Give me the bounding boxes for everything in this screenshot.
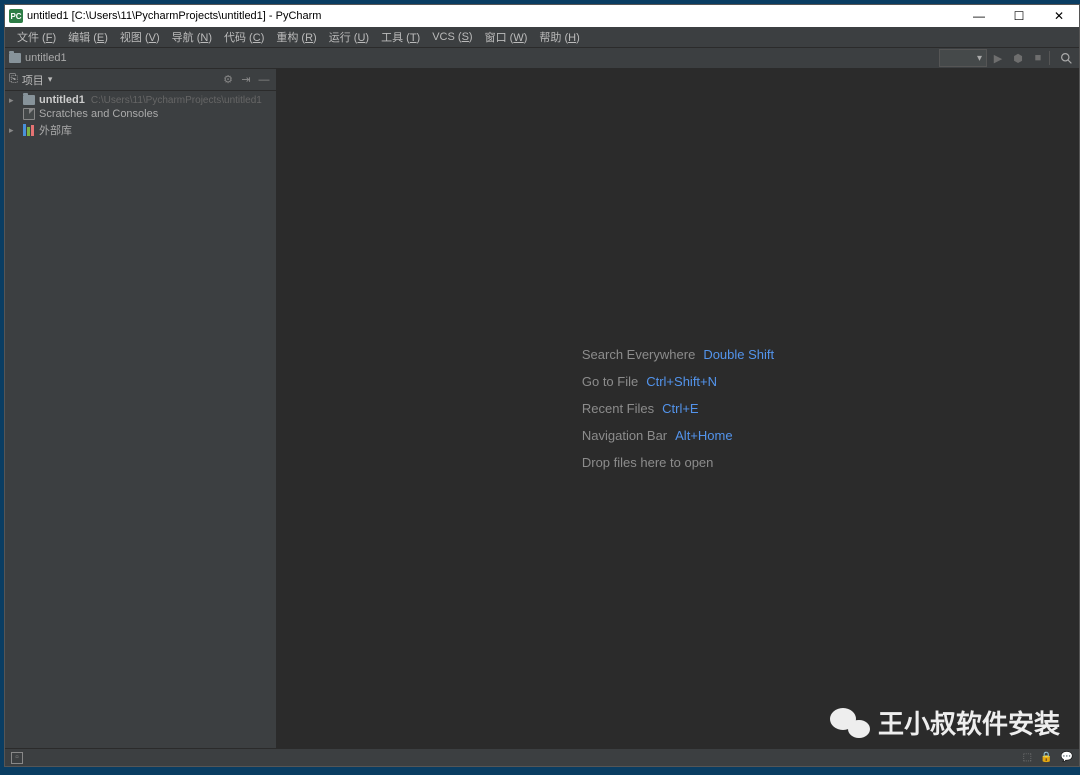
menu-run[interactable]: 运行 (U) [323,27,375,47]
watermark: 王小叔软件安装 [830,704,1060,741]
hide-icon[interactable]: — [256,72,272,88]
menu-code[interactable]: 代码 (C) [218,27,270,47]
scratch-icon [23,108,35,120]
breadcrumb[interactable]: untitled1 [9,52,67,64]
hint-navigation-bar: Navigation Bar Alt+Home [582,428,774,443]
menu-tools[interactable]: 工具 (T) [375,27,426,47]
search-icon[interactable] [1057,49,1075,67]
tree-scratches[interactable]: Scratches and Consoles [5,107,276,121]
menu-refactor[interactable]: 重构 (R) [270,27,322,47]
breadcrumb-project: untitled1 [25,52,67,64]
tree-external-libs[interactable]: ▸ 外部库 [5,121,276,139]
library-icon [23,124,35,136]
tree-label: untitled1 [39,94,85,106]
menu-view[interactable]: 视图 (V) [114,27,166,47]
stop-icon[interactable]: ■ [1029,49,1047,67]
dropdown-icon[interactable]: ▾ [48,74,53,85]
run-config-select[interactable]: ▾ [939,49,987,67]
window-title: untitled1 [C:\Users\11\PycharmProjects\u… [27,10,321,22]
minimize-button[interactable]: — [959,5,999,27]
hint-search-everywhere: Search Everywhere Double Shift [582,347,774,362]
debug-icon[interactable]: ⬢ [1009,49,1027,67]
tree-label: Scratches and Consoles [39,108,158,120]
menu-file[interactable]: 文件 (F) [11,27,62,47]
status-lock-icon[interactable]: 🔒 [1040,752,1052,763]
menu-navigate[interactable]: 导航 (N) [166,27,218,47]
navigation-bar: untitled1 ▾ ▶ ⬢ ■ [5,47,1079,69]
maximize-button[interactable]: ☐ [999,5,1039,27]
gear-icon[interactable]: ⚙ [220,72,236,88]
editor-area[interactable]: Search Everywhere Double Shift Go to Fil… [277,69,1079,748]
editor-hints: Search Everywhere Double Shift Go to Fil… [582,347,774,470]
tree-label: 外部库 [39,122,72,138]
status-chat-icon[interactable]: 💬 [1061,752,1073,763]
app-window: PC untitled1 [C:\Users\11\PycharmProject… [4,4,1080,767]
titlebar: PC untitled1 [C:\Users\11\PycharmProject… [5,5,1079,27]
collapse-icon[interactable]: ⇥ [238,72,254,88]
app-icon: PC [9,9,23,23]
separator [1049,51,1055,65]
hint-drop-files: Drop files here to open [582,455,774,470]
expand-icon[interactable]: ▸ [9,125,19,136]
run-icon[interactable]: ▶ [989,49,1007,67]
hint-recent-files: Recent Files Ctrl+E [582,401,774,416]
folder-icon [23,95,35,105]
watermark-text: 王小叔软件安装 [878,704,1060,741]
tree-project-root[interactable]: ▸ untitled1 C:\Users\11\PycharmProjects\… [5,93,276,107]
project-sidebar: ⎘ 项目 ▾ ⚙ ⇥ — ▸ untitled1 C:\Users\11\Pyc… [5,69,277,748]
status-indicator-icon[interactable]: ⬚ [1023,752,1032,763]
expand-icon[interactable]: ▸ [9,95,19,106]
menu-help[interactable]: 帮助 (H) [533,27,585,47]
sidebar-title: 项目 [22,72,44,88]
hint-goto-file: Go to File Ctrl+Shift+N [582,374,774,389]
tree-path: C:\Users\11\PycharmProjects\untitled1 [91,95,262,106]
folder-icon [9,53,21,63]
menu-edit[interactable]: 编辑 (E) [62,27,114,47]
project-tool-icon: ⎘ [9,73,18,86]
menu-vcs[interactable]: VCS (S) [426,29,478,45]
menu-window[interactable]: 窗口 (W) [479,27,534,47]
tool-window-icon[interactable]: ▫ [11,752,23,764]
menubar: 文件 (F) 编辑 (E) 视图 (V) 导航 (N) 代码 (C) 重构 (R… [5,27,1079,47]
project-tree: ▸ untitled1 C:\Users\11\PycharmProjects\… [5,91,276,141]
statusbar: ▫ ⬚ 🔒 💬 [5,748,1079,766]
close-button[interactable]: ✕ [1039,5,1079,27]
wechat-icon [830,706,870,740]
